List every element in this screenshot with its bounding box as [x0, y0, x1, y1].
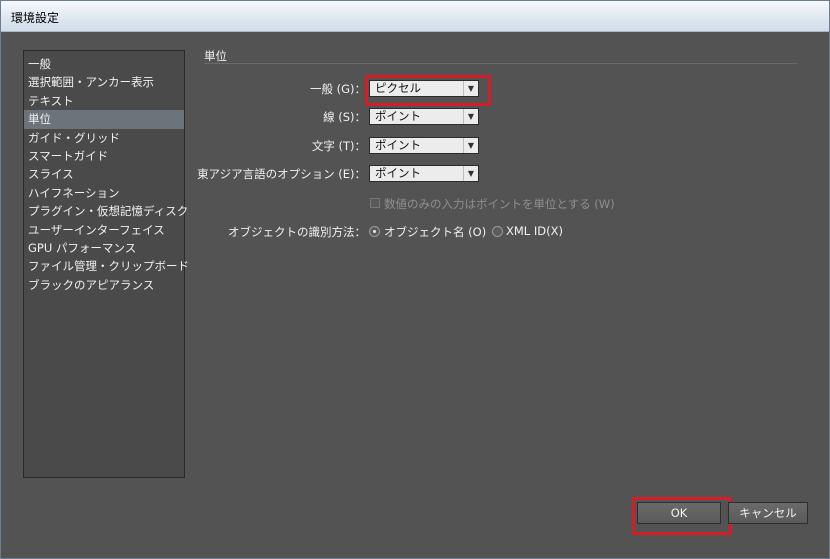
numbers-only-checkbox[interactable]: [370, 198, 380, 208]
type-units-value: ポイント: [375, 138, 421, 152]
east-asian-units-value: ポイント: [375, 166, 421, 180]
stroke-units-select[interactable]: ポイント ▼: [369, 108, 479, 125]
general-units-select[interactable]: ピクセル ▼: [369, 80, 479, 97]
xml-id-radio-label[interactable]: XML ID(X): [506, 224, 563, 238]
chevron-down-icon: ▼: [463, 166, 478, 181]
cancel-button[interactable]: キャンセル: [728, 502, 808, 524]
section-divider: [204, 63, 797, 64]
sidebar-item-plugins-scratch[interactable]: プラグイン・仮想記憶ディスク: [24, 202, 188, 220]
type-units-label: 文字 (T)：: [311, 139, 366, 153]
numbers-only-label: 数値のみの入力はポイントを単位とする (W): [384, 197, 615, 211]
sidebar-item-smart-guides[interactable]: スマートガイド: [24, 147, 184, 165]
east-asian-units-select[interactable]: ポイント ▼: [369, 165, 479, 182]
stroke-units-label: 線 (S)：: [323, 110, 366, 124]
type-units-select[interactable]: ポイント ▼: [369, 137, 479, 154]
sidebar-item-black-appearance[interactable]: ブラックのアピアランス: [24, 276, 184, 294]
ok-button[interactable]: OK: [637, 502, 721, 524]
object-id-label: オブジェクトの識別方法：: [228, 225, 366, 239]
sidebar-item-hyphenation[interactable]: ハイフネーション: [24, 184, 184, 202]
sidebar-item-general[interactable]: 一般: [24, 55, 184, 73]
sidebar-item-guides-grid[interactable]: ガイド・グリッド: [24, 129, 184, 147]
section-title: 単位: [204, 49, 227, 63]
chevron-down-icon: ▼: [463, 138, 478, 153]
stroke-units-value: ポイント: [375, 109, 421, 123]
window-title: 環境設定: [11, 11, 60, 25]
chevron-down-icon: ▼: [463, 81, 478, 96]
sidebar-item-type[interactable]: テキスト: [24, 92, 184, 110]
general-units-label: 一般 (G)：: [309, 82, 366, 96]
sidebar-item-user-interface[interactable]: ユーザーインターフェイス: [24, 221, 184, 239]
general-units-value: ピクセル: [375, 81, 421, 95]
east-asian-units-label: 東アジア言語のオプション (E)：: [197, 167, 366, 181]
sidebar-item-slices[interactable]: スライス: [24, 165, 184, 183]
object-name-radio[interactable]: [369, 226, 380, 237]
sidebar-item-file-clipboard[interactable]: ファイル管理・クリップボード: [24, 257, 189, 275]
object-name-radio-label[interactable]: オブジェクト名 (O): [384, 224, 486, 240]
title-bar[interactable]: 環境設定: [1, 1, 829, 32]
sidebar-item-gpu-performance[interactable]: GPU パフォーマンス: [24, 239, 184, 257]
xml-id-radio[interactable]: [492, 226, 503, 237]
preferences-window: 環境設定 一般 選択範囲・アンカー表示 テキスト 単位 ガイド・グリッド スマー…: [0, 0, 830, 559]
chevron-down-icon: ▼: [463, 109, 478, 124]
sidebar-item-selection-anchor[interactable]: 選択範囲・アンカー表示: [24, 73, 184, 91]
sidebar-item-units[interactable]: 単位: [24, 110, 184, 129]
sidebar: 一般 選択範囲・アンカー表示 テキスト 単位 ガイド・グリッド スマートガイド …: [23, 50, 189, 478]
